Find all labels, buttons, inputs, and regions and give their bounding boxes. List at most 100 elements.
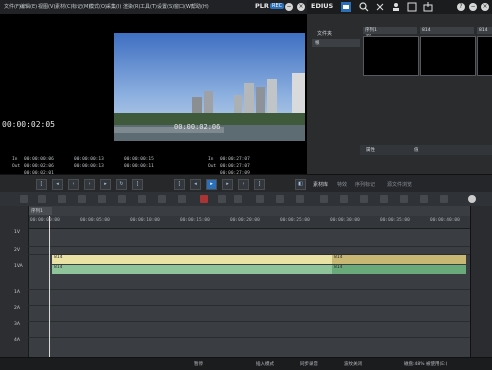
- title-icon[interactable]: [340, 195, 348, 203]
- copy-icon[interactable]: [118, 195, 126, 203]
- set-out-button[interactable]: ]: [132, 179, 143, 190]
- cut-icon[interactable]: [178, 195, 186, 203]
- video-clip[interactable]: 814: [52, 255, 332, 264]
- help-button[interactable]: ?: [457, 3, 465, 11]
- folder-root-item[interactable]: 根: [312, 39, 360, 47]
- brand-label: EDIUS: [311, 2, 334, 10]
- out-value-left: 00:00:02:06: [24, 164, 54, 169]
- audio-clip-label: 814: [54, 265, 63, 270]
- menu-edit[interactable]: 编辑(E): [20, 3, 37, 10]
- link-icon[interactable]: [218, 195, 226, 203]
- in-label-left: In: [12, 157, 18, 162]
- rec-next-button[interactable]: ›: [238, 179, 249, 190]
- new-sequence-icon[interactable]: [20, 195, 28, 203]
- layout-icon[interactable]: [380, 195, 388, 203]
- tick-label: 00:00:20:00: [230, 218, 260, 223]
- sequence-tab[interactable]: 序列1: [28, 207, 52, 215]
- clip-thumbnail-3[interactable]: [477, 36, 492, 76]
- save-icon[interactable]: [38, 195, 46, 203]
- menu-settings[interactable]: 设置(S): [157, 3, 174, 10]
- menu-mode[interactable]: 模式(O): [89, 3, 107, 10]
- track-name[interactable]: 4A: [14, 338, 20, 343]
- rec-back-button[interactable]: ◂: [190, 179, 201, 190]
- tab-sequence-markers[interactable]: 序列标记: [355, 181, 375, 188]
- add-marker-icon[interactable]: [296, 195, 304, 203]
- menu-view[interactable]: 视图(V): [38, 3, 55, 10]
- set-in-button[interactable]: [: [36, 179, 47, 190]
- track-row: [28, 246, 470, 255]
- track-row: [28, 275, 470, 290]
- close-app-button[interactable]: ×: [481, 3, 489, 11]
- clip-thumbnail-2[interactable]: [420, 36, 476, 76]
- rec-mode-label[interactable]: REC: [270, 3, 285, 9]
- playhead[interactable]: [49, 216, 50, 357]
- prev-frame-button[interactable]: ‹: [68, 179, 79, 190]
- menu-help[interactable]: 帮助(H): [191, 3, 209, 10]
- rec-in-button[interactable]: [: [174, 179, 185, 190]
- clip-icon[interactable]: [420, 195, 428, 203]
- scissors-icon[interactable]: [375, 2, 385, 12]
- folder-tab[interactable]: 文件夹: [317, 30, 332, 37]
- menu-file[interactable]: 文件(F): [4, 3, 21, 10]
- loop-button[interactable]: ↻: [116, 179, 127, 190]
- sequence-tab-label: 序列1: [31, 209, 43, 214]
- mode-icon[interactable]: [58, 195, 66, 203]
- timeline-vertical-scrollbar[interactable]: [470, 206, 492, 357]
- track-name[interactable]: 3A: [14, 322, 20, 327]
- menu-capture[interactable]: 采集(I): [106, 3, 121, 10]
- minimize-button[interactable]: −: [285, 3, 293, 11]
- ripple-icon[interactable]: [78, 195, 86, 203]
- tab-asset-library[interactable]: 素材库: [313, 181, 328, 188]
- search-icon[interactable]: [359, 2, 369, 12]
- export-icon[interactable]: [423, 2, 433, 12]
- rec-play-button[interactable]: ▸: [206, 179, 217, 190]
- person-icon[interactable]: [391, 2, 401, 12]
- out-label-right: Out: [208, 164, 217, 169]
- audio-clip[interactable]: 814: [332, 265, 466, 274]
- tc-col3-bottom: 00:00:00:11: [124, 164, 154, 169]
- menu-render[interactable]: 渲染(R): [123, 3, 140, 10]
- close-player-button[interactable]: ×: [297, 3, 305, 11]
- video-clip[interactable]: 814: [332, 255, 466, 264]
- menu-marker[interactable]: 标记(M): [72, 3, 90, 10]
- clip-thumbnail-1[interactable]: [363, 36, 419, 76]
- clip-label-2: 814: [420, 27, 474, 34]
- redo-icon[interactable]: [256, 195, 264, 203]
- bin-folder-icon[interactable]: [341, 2, 351, 12]
- snap-icon[interactable]: [98, 195, 106, 203]
- track-row: [28, 228, 470, 247]
- rec-forward-button[interactable]: ▸: [222, 179, 233, 190]
- audio-clip[interactable]: 814: [52, 265, 332, 274]
- status-ripple: 波纹关闭: [344, 362, 362, 367]
- minimize-app-button[interactable]: −: [469, 3, 477, 11]
- audio-mixer-icon[interactable]: [360, 195, 368, 203]
- next-frame-button[interactable]: ›: [84, 179, 95, 190]
- close-gap-icon[interactable]: [200, 195, 208, 203]
- rec-out-button[interactable]: ]: [254, 179, 265, 190]
- bin-panel-icon[interactable]: [407, 2, 417, 12]
- paste-icon[interactable]: [138, 195, 146, 203]
- status-sync: 同步录音: [300, 362, 318, 367]
- delete-icon[interactable]: [158, 195, 166, 203]
- track-name[interactable]: 1VA: [14, 264, 23, 269]
- step-back-button[interactable]: ◂: [52, 179, 63, 190]
- plr-mode-label[interactable]: PLR: [255, 2, 269, 10]
- effect-icon[interactable]: [440, 195, 448, 203]
- track-name[interactable]: 1A: [14, 290, 20, 295]
- track-name[interactable]: 2A: [14, 306, 20, 311]
- track-name[interactable]: 2V: [14, 248, 20, 253]
- marker-icon[interactable]: [276, 195, 284, 203]
- undo-icon[interactable]: [234, 195, 242, 203]
- menu-tools[interactable]: 工具(T): [140, 3, 157, 10]
- track-icon[interactable]: [400, 195, 408, 203]
- tab-effects[interactable]: 特效: [337, 181, 347, 188]
- menu-bar: 文件(F) 编辑(E) 视图(V) 素材(C) 标记(M) 模式(O) 采集(I…: [0, 0, 307, 14]
- play-button[interactable]: ▸: [100, 179, 111, 190]
- track-name[interactable]: 1V: [14, 230, 20, 235]
- video-clip-label: 814: [54, 255, 63, 260]
- tab-source-browser[interactable]: 源文件浏览: [387, 181, 412, 188]
- overlay-toggle-button[interactable]: ◧: [295, 179, 306, 190]
- render-icon[interactable]: [320, 195, 328, 203]
- menu-clip[interactable]: 素材(C): [55, 3, 72, 10]
- timeline-settings-icon[interactable]: [468, 195, 476, 203]
